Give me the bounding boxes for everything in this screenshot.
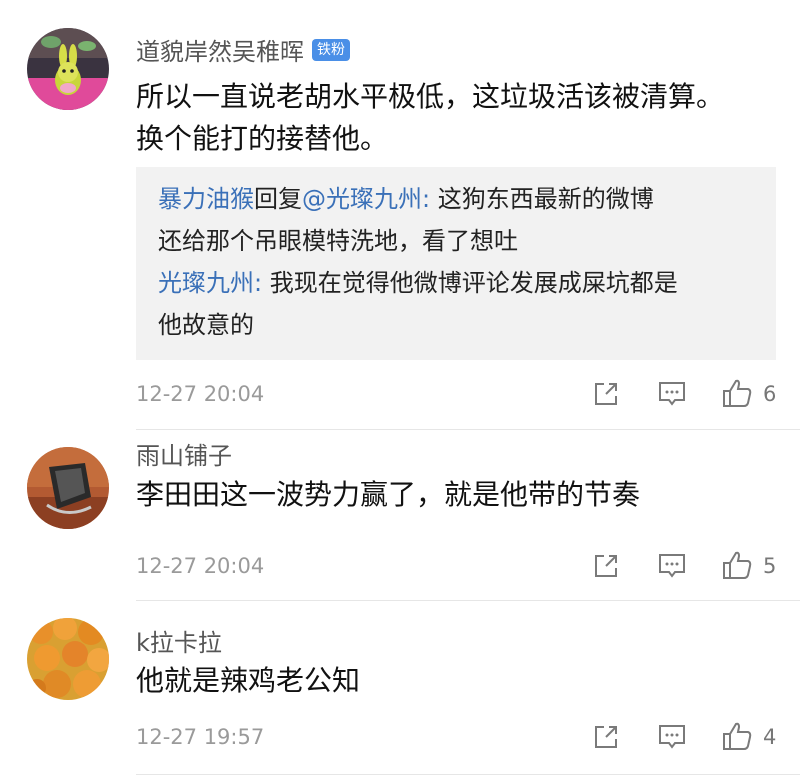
reply-text: 这狗东西最新的微博 [437,185,654,213]
comment-icon [659,554,685,578]
thumbs-up-icon [723,551,752,579]
like-count: 4 [763,725,777,749]
comment-text-line: 所以一直说老胡水平极低，这垃圾活该被清算。 [136,80,725,113]
comment-button[interactable] [657,723,687,755]
comment-time: 12-27 19:57 [136,725,265,749]
avatar[interactable] [27,618,109,700]
reply-text: 还给那个吊眼模特洗地，看了想吐 [158,227,518,255]
forward-button[interactable] [592,552,620,584]
avatar[interactable] [27,447,109,529]
reply-word: 回复 [254,185,302,213]
comment-button[interactable] [657,380,687,412]
forward-icon [595,726,617,748]
comment-text: 他就是辣鸡老公知 [136,664,361,697]
like-count: 5 [763,554,777,578]
fan-badge: 铁粉 [312,39,350,61]
reply-item[interactable]: 光璨九州: 我现在觉得他微博评论发展成屎坑都是 他故意的 [158,262,756,346]
forward-icon [595,555,617,577]
reply-author[interactable]: 光璨九州 [158,269,254,297]
comment-button[interactable] [657,552,687,584]
reply-author[interactable]: 暴力油猴 [158,185,254,213]
comment-time: 12-27 20:04 [136,382,265,406]
reply-separator: : [422,185,438,213]
like-button[interactable] [721,720,753,756]
like-button[interactable] [721,549,753,585]
thumbs-up-icon [723,722,752,750]
comment-item: k拉卡拉 他就是辣鸡老公知 12-27 19:57 4 [0,601,800,775]
comment-text: 李田田这一波势力赢了，就是他带的节奏 [136,478,641,511]
reply-text: 他故意的 [158,311,254,339]
reply-mention[interactable]: @光璨九州 [302,185,422,213]
forward-button[interactable] [592,380,620,412]
username[interactable]: 雨山铺子 [136,436,232,471]
username[interactable]: k拉卡拉 [136,623,222,658]
forward-button[interactable] [592,723,620,755]
comment-text-line: 换个能打的接替他。 [136,122,389,155]
like-button[interactable] [721,377,753,413]
username[interactable]: 道貌岸然吴稚晖 铁粉 [136,32,350,67]
username-text[interactable]: 道貌岸然吴稚晖 [136,38,304,66]
forward-icon [595,383,617,405]
reply-text: 我现在觉得他微博评论发展成屎坑都是 [269,269,678,297]
reply-preview[interactable]: 暴力油猴回复@光璨九州: 这狗东西最新的微博 还给那个吊眼模特洗地，看了想吐 光… [136,167,776,360]
reply-separator: : [254,269,270,297]
comment-item: 雨山铺子 李田田这一波势力赢了，就是他带的节奏 12-27 20:04 5 [0,430,800,601]
comment-icon [659,725,685,749]
avatar[interactable] [27,28,109,110]
reply-item[interactable]: 暴力油猴回复@光璨九州: 这狗东西最新的微博 还给那个吊眼模特洗地，看了想吐 [158,178,756,262]
comment-item: 道貌岸然吴稚晖 铁粉 所以一直说老胡水平极低，这垃圾活该被清算。 换个能打的接替他… [0,0,800,430]
comment-text: 所以一直说老胡水平极低，这垃圾活该被清算。 换个能打的接替他。 [136,76,776,160]
comment-time: 12-27 20:04 [136,554,265,578]
thumbs-up-icon [723,379,752,407]
comment-icon [659,382,685,406]
like-count: 6 [763,382,777,406]
